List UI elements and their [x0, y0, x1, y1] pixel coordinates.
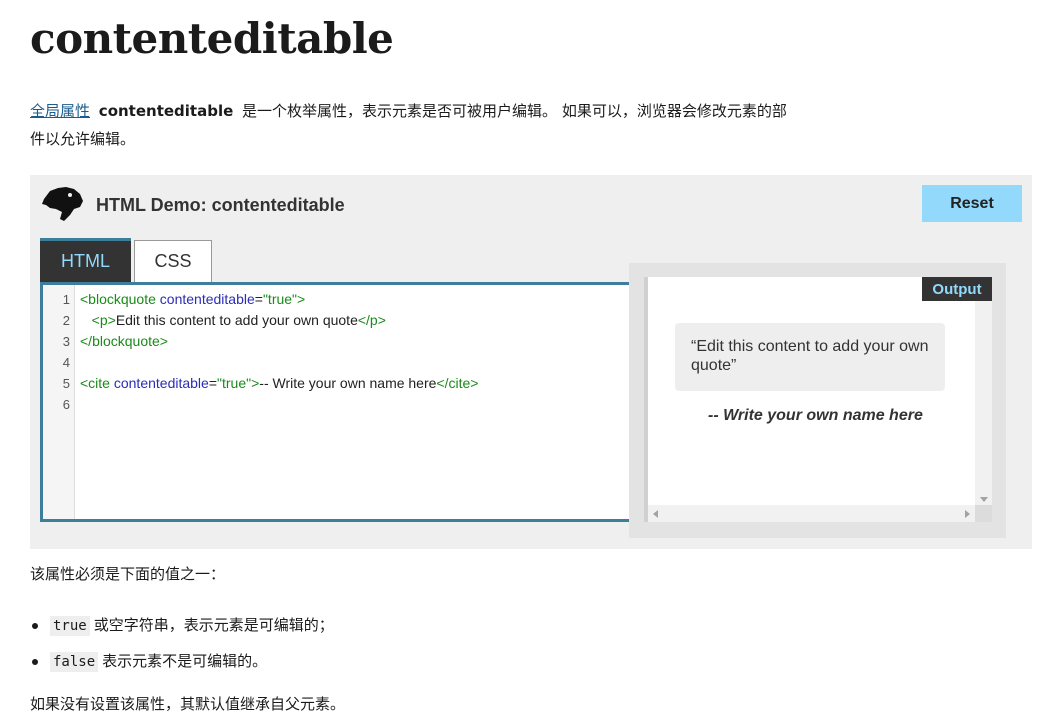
- value-description: 表示元素不是可编辑的。: [102, 652, 268, 670]
- code-tag: >: [297, 291, 306, 307]
- output-label: Output: [922, 277, 992, 301]
- line-number: 5: [62, 376, 70, 391]
- line-number: 4: [62, 355, 70, 370]
- output-cite[interactable]: -- Write your own name here: [708, 407, 923, 425]
- dinosaur-head-icon: [42, 187, 83, 221]
- scroll-down-icon[interactable]: [980, 497, 988, 502]
- value-code: false: [50, 652, 99, 672]
- scroll-left-icon[interactable]: [653, 510, 658, 518]
- attribute-name: contenteditable: [98, 102, 234, 120]
- code-tag: <blockquote: [80, 291, 156, 307]
- value-description: 或空字符串，表示元素是可编辑的；: [93, 616, 334, 634]
- code-value: "true": [217, 375, 252, 391]
- output-frame: Output “Edit this content to add your ow…: [644, 277, 992, 522]
- value-code: true: [50, 616, 90, 636]
- output-blockquote[interactable]: “Edit this content to add your own quote…: [675, 323, 945, 391]
- code-line: <blockquote contenteditable="true">: [80, 289, 630, 310]
- code-value: "true": [262, 291, 298, 307]
- code-content[interactable]: <blockquote contenteditable="true"> <p>E…: [80, 289, 630, 415]
- tab-html[interactable]: HTML: [40, 238, 131, 282]
- demo-title: HTML Demo: contenteditable: [96, 195, 345, 215]
- code-tag: <p>: [91, 312, 116, 328]
- code-tag: </cite>: [436, 375, 479, 391]
- scrollbar-corner: [975, 505, 992, 522]
- code-tag: </p>: [357, 312, 386, 328]
- list-item: false 表示元素不是可编辑的。: [32, 648, 334, 684]
- scroll-right-icon[interactable]: [965, 510, 970, 518]
- code-tag: </blockquote>: [80, 333, 168, 349]
- interactive-demo: HTML Demo: contenteditable Reset HTML CS…: [30, 175, 1032, 549]
- code-editor[interactable]: 1 2 3 4 5 6 <blockquote contenteditable=…: [40, 282, 630, 522]
- code-tag: <cite: [80, 375, 110, 391]
- line-number: 6: [62, 397, 70, 412]
- code-text: -- Write your own name here: [259, 375, 437, 391]
- line-number: 1: [62, 292, 70, 307]
- code-equals: =: [254, 291, 263, 307]
- line-number: 3: [62, 334, 70, 349]
- global-attributes-link[interactable]: 全局属性: [30, 102, 90, 120]
- code-equals: =: [208, 375, 218, 391]
- reset-button[interactable]: Reset: [922, 185, 1022, 222]
- code-line: <p>Edit this content to add your own quo…: [80, 310, 630, 331]
- output-panel: Output “Edit this content to add your ow…: [629, 263, 1006, 538]
- code-attribute: contenteditable: [109, 375, 209, 391]
- values-list: true 或空字符串，表示元素是可编辑的； false 表示元素不是可编辑的。: [32, 612, 334, 684]
- page-title: contenteditable: [30, 14, 394, 63]
- tab-css[interactable]: CSS: [134, 240, 212, 282]
- horizontal-scrollbar[interactable]: [648, 505, 975, 522]
- line-number: 2: [62, 313, 70, 328]
- code-line: </blockquote>: [80, 331, 630, 352]
- list-item: true 或空字符串，表示元素是可编辑的；: [32, 612, 334, 648]
- line-number-gutter: 1 2 3 4 5 6: [43, 285, 75, 519]
- inheritance-note: 如果没有设置该属性，其默认值继承自父元素。: [30, 695, 346, 713]
- code-line: <cite contenteditable="true">-- Write yo…: [80, 373, 630, 394]
- values-intro: 该属性必须是下面的值之一：: [30, 565, 226, 583]
- vertical-scrollbar[interactable]: [975, 301, 992, 505]
- intro-paragraph: 全局属性 contenteditable 是一个枚举属性，表示元素是否可被用户编…: [30, 97, 790, 153]
- code-attribute: contenteditable: [155, 291, 255, 307]
- code-text: Edit this content to add your own quote: [115, 312, 358, 328]
